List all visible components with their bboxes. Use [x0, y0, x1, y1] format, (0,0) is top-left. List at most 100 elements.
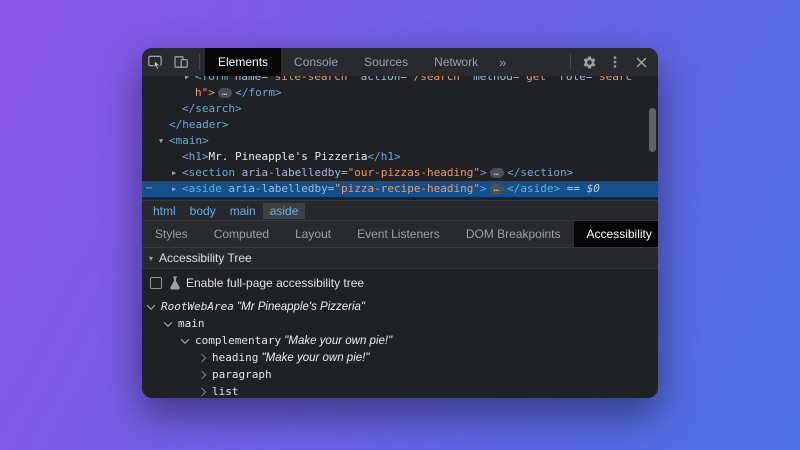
- code-token-attr: aria-labelledby=: [222, 182, 335, 195]
- toolbar-divider-right: [570, 54, 571, 70]
- breadcrumb-item-body[interactable]: body: [183, 203, 223, 219]
- chevron-down-icon[interactable]: [181, 335, 189, 343]
- customize-menu-button[interactable]: [602, 48, 628, 76]
- inspect-element-button[interactable]: [142, 48, 168, 76]
- ax-tree-row-list[interactable]: list: [142, 383, 658, 398]
- code-token-tag: <aside: [182, 182, 222, 195]
- code-token-tag: </h1>: [367, 150, 400, 163]
- dom-tree-row[interactable]: h">…</form>: [142, 85, 658, 101]
- dom-tree-row[interactable]: </search>: [142, 101, 658, 117]
- dom-tree-row[interactable]: </header>: [142, 117, 658, 133]
- device-toolbar-icon: [173, 54, 189, 70]
- dom-tree-row[interactable]: <h1>Mr. Pineapple's Pizzeria</h1>: [142, 149, 658, 165]
- chevron-double-right-icon: »: [499, 55, 506, 70]
- breadcrumb-item-aside[interactable]: aside: [263, 203, 306, 219]
- code-token-tag: <main>: [169, 134, 209, 147]
- ax-node-name: "Mr Pineapple's Pizzeria": [234, 301, 365, 313]
- panel-tab-computed[interactable]: Computed: [201, 221, 282, 247]
- ax-tree-row-paragraph[interactable]: paragraph: [142, 366, 658, 383]
- chevron-right-icon[interactable]: [198, 353, 206, 361]
- code-token-attr: role=: [553, 76, 593, 83]
- settings-button[interactable]: [576, 48, 602, 76]
- dom-tree-row[interactable]: ▼<main>: [142, 133, 658, 149]
- code-token-tag: >: [480, 182, 487, 195]
- accessibility-tree-section-header[interactable]: ▾ Accessibility Tree: [142, 247, 658, 269]
- dom-tree-row[interactable]: ⋯ ▶<aside aria-labelledby="pizza-recipe-h…: [142, 181, 658, 197]
- ellipsis-badge[interactable]: …: [218, 88, 232, 98]
- ax-tree-row-heading[interactable]: heading "Make your own pie!": [142, 349, 658, 366]
- breadcrumb-item-main[interactable]: main: [223, 203, 263, 219]
- code-token-attr: action=: [354, 76, 407, 83]
- code-token-tag: </aside>: [507, 182, 560, 195]
- ax-tree-row-main[interactable]: main: [142, 315, 658, 332]
- chevron-down-icon[interactable]: [164, 318, 172, 326]
- panel-tab-accessibility[interactable]: Accessibility: [574, 221, 658, 247]
- ax-node-name: "Make your own pie!": [258, 352, 369, 364]
- code-token-tag: >: [480, 166, 487, 179]
- dom-tree-row[interactable]: ▶<form name="site-search" action="/searc…: [142, 76, 658, 85]
- experiment-flask-icon: [169, 276, 181, 290]
- code-token-tag: </form>: [235, 86, 281, 99]
- main-tab-console[interactable]: Console: [281, 48, 351, 76]
- main-tab-elements[interactable]: Elements: [205, 48, 281, 76]
- devtools-window: ElementsConsoleSourcesNetwork »: [142, 48, 658, 398]
- ax-tree-row-rootwebarea[interactable]: RootWebArea "Mr Pineapple's Pizzeria": [142, 298, 658, 315]
- code-token-val: "searc: [592, 76, 632, 83]
- checkbox-label: Enable full-page accessibility tree: [186, 276, 364, 290]
- breadcrumb-item-html[interactable]: html: [146, 203, 183, 219]
- elements-panel: ▶<form name="site-search" action="/searc…: [142, 76, 658, 200]
- code-token-val: "our-pizzas-heading": [348, 166, 480, 179]
- ax-node-name: "Make your own pie!": [281, 335, 392, 347]
- main-tab-strip: ElementsConsoleSourcesNetwork: [205, 48, 491, 76]
- ellipsis-badge[interactable]: …: [490, 168, 504, 178]
- panel-tab-strip: StylesComputedLayoutEvent ListenersDOM B…: [142, 220, 658, 247]
- code-token-text: Mr. Pineapple's Pizzeria: [209, 150, 368, 163]
- ax-node-role: heading: [212, 351, 258, 364]
- kebab-menu-icon: [608, 55, 622, 69]
- code-token-val: "pizza-recipe-heading": [334, 182, 480, 195]
- code-token-tag: </header>: [169, 118, 229, 131]
- ax-node-role: list: [212, 385, 239, 398]
- expand-arrow-closed-icon[interactable]: ▶: [185, 76, 195, 85]
- row-gutter-dots-icon[interactable]: ⋯: [146, 181, 153, 197]
- panel-tab-layout[interactable]: Layout: [282, 221, 344, 247]
- toolbar-divider: [199, 54, 200, 70]
- inspect-cursor-icon: [147, 54, 163, 70]
- ellipsis-badge[interactable]: …: [490, 184, 504, 194]
- code-token-attr: name=: [228, 76, 268, 83]
- gear-icon: [582, 55, 597, 70]
- chevron-right-icon[interactable]: [198, 370, 206, 378]
- panel-tab-dom-breakpoints[interactable]: DOM Breakpoints: [453, 221, 574, 247]
- code-token-attr: method=: [467, 76, 520, 83]
- main-tab-network[interactable]: Network: [421, 48, 491, 76]
- chevron-down-icon[interactable]: [147, 301, 155, 309]
- dom-tree: ▶<form name="site-search" action="/searc…: [142, 76, 658, 197]
- accessibility-tree: RootWebArea "Mr Pineapple's Pizzeria"mai…: [142, 295, 658, 398]
- main-toolbar: ElementsConsoleSourcesNetwork »: [142, 48, 658, 76]
- breadcrumb-bar: htmlbodymainaside: [142, 200, 658, 220]
- panel-tab-styles[interactable]: Styles: [142, 221, 201, 247]
- expand-arrow-open-icon[interactable]: ▼: [159, 133, 169, 149]
- dom-tree-row[interactable]: ▶<section aria-labelledby="our-pizzas-he…: [142, 165, 658, 181]
- fullpage-ax-tree-checkbox[interactable]: [150, 277, 162, 289]
- code-token-val: h">: [195, 86, 215, 99]
- chevron-right-icon[interactable]: [198, 387, 206, 395]
- device-toolbar-button[interactable]: [168, 48, 194, 76]
- scrollbar-thumb[interactable]: [649, 108, 656, 152]
- collapse-triangle-icon: ▾: [149, 254, 153, 263]
- code-token-tag: <form: [195, 76, 228, 83]
- ax-tree-row-complementary[interactable]: complementary "Make your own pie!": [142, 332, 658, 349]
- code-token-attr: aria-labelledby=: [235, 166, 348, 179]
- expand-arrow-closed-icon[interactable]: ▶: [172, 165, 182, 181]
- code-token-val: "site-search": [268, 76, 354, 83]
- ax-node-role: complementary: [195, 334, 281, 347]
- close-devtools-button[interactable]: [628, 48, 654, 76]
- code-token-val: "get": [520, 76, 553, 83]
- code-token-tag: </search>: [182, 102, 242, 115]
- more-tabs-button[interactable]: »: [491, 48, 514, 76]
- ax-node-role: paragraph: [212, 368, 272, 381]
- expand-arrow-closed-icon[interactable]: ▶: [172, 181, 182, 197]
- main-tab-sources[interactable]: Sources: [351, 48, 421, 76]
- panel-tab-event-listeners[interactable]: Event Listeners: [344, 221, 453, 247]
- code-token-tag: <section: [182, 166, 235, 179]
